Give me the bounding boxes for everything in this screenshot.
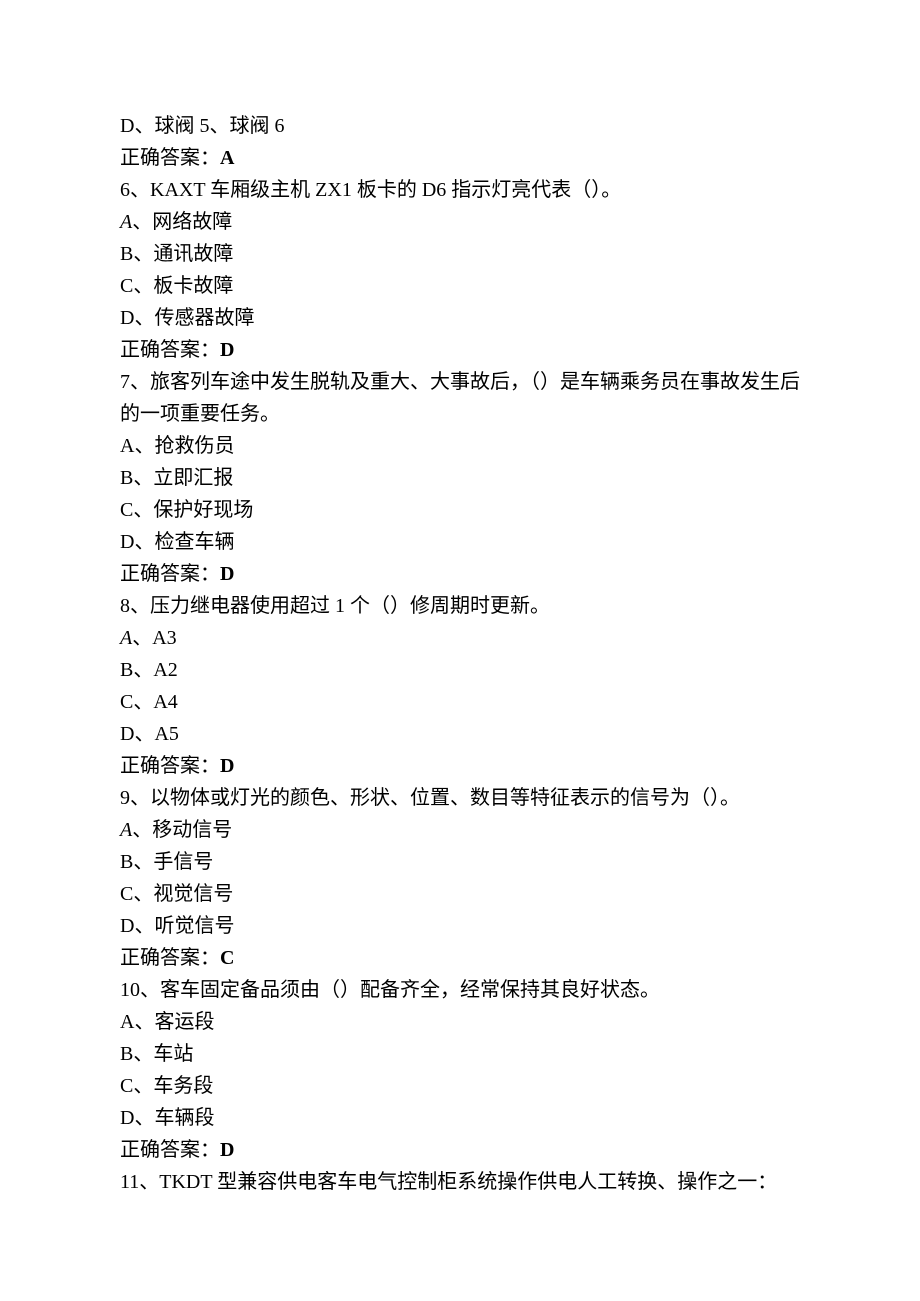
text-line: D、检查车辆 <box>120 526 800 558</box>
text-line: D、A5 <box>120 718 800 750</box>
text-line: B、车站 <box>120 1038 800 1070</box>
answer-value: D <box>220 755 234 777</box>
text-line: C、车务段 <box>120 1070 800 1102</box>
text-line: 6、KAXT 车厢级主机 ZX1 板卡的 D6 指示灯亮代表（）。 <box>120 174 800 206</box>
answer-value: C <box>220 947 234 969</box>
answer-label: 正确答案： <box>120 1139 220 1161</box>
text-line: B、A2 <box>120 654 800 686</box>
text-line: 11、TKDT 型兼容供电客车电气控制柜系统操作供电人工转换、操作之一： <box>120 1166 800 1198</box>
answer-label: 正确答案： <box>120 755 220 777</box>
answer-line: 正确答案：D <box>120 1134 800 1166</box>
text-line: D、车辆段 <box>120 1102 800 1134</box>
answer-label: 正确答案： <box>120 947 220 969</box>
option-letter: A <box>120 627 132 649</box>
text-line: B、通讯故障 <box>120 238 800 270</box>
text-line: A、客运段 <box>120 1006 800 1038</box>
text-line: 7、旅客列车途中发生脱轨及重大、大事故后，（）是车辆乘务员在事故发生后的一项重要… <box>120 366 800 430</box>
answer-value: D <box>220 1139 234 1161</box>
answer-line: 正确答案：D <box>120 750 800 782</box>
document-page: D、球阀 5、球阀 6正确答案：A6、KAXT 车厢级主机 ZX1 板卡的 D6… <box>0 0 920 1301</box>
answer-value: D <box>220 563 234 585</box>
option-text: 、网络故障 <box>132 211 232 233</box>
text-line: 9、以物体或灯光的颜色、形状、位置、数目等特征表示的信号为（）。 <box>120 782 800 814</box>
text-line: B、立即汇报 <box>120 462 800 494</box>
answer-value: D <box>220 339 234 361</box>
text-line: C、板卡故障 <box>120 270 800 302</box>
option-text: 、移动信号 <box>132 819 232 841</box>
answer-label: 正确答案： <box>120 563 220 585</box>
option-line: A、A3 <box>120 622 800 654</box>
text-line: A、抢救伤员 <box>120 430 800 462</box>
text-line: C、保护好现场 <box>120 494 800 526</box>
answer-line: 正确答案：D <box>120 558 800 590</box>
text-line: D、听觉信号 <box>120 910 800 942</box>
text-line: D、传感器故障 <box>120 302 800 334</box>
answer-line: 正确答案：C <box>120 942 800 974</box>
option-line: A、网络故障 <box>120 206 800 238</box>
option-letter: A <box>120 211 132 233</box>
answer-line: 正确答案：A <box>120 142 800 174</box>
option-letter: A <box>120 819 132 841</box>
text-line: C、A4 <box>120 686 800 718</box>
answer-line: 正确答案：D <box>120 334 800 366</box>
option-line: A、移动信号 <box>120 814 800 846</box>
text-line: 8、压力继电器使用超过 1 个（）修周期时更新。 <box>120 590 800 622</box>
answer-label: 正确答案： <box>120 339 220 361</box>
text-line: 10、客车固定备品须由（）配备齐全，经常保持其良好状态。 <box>120 974 800 1006</box>
answer-label: 正确答案： <box>120 147 220 169</box>
text-line: B、手信号 <box>120 846 800 878</box>
option-text: 、A3 <box>132 627 176 649</box>
text-line: D、球阀 5、球阀 6 <box>120 110 800 142</box>
answer-value: A <box>220 147 234 169</box>
text-line: C、视觉信号 <box>120 878 800 910</box>
